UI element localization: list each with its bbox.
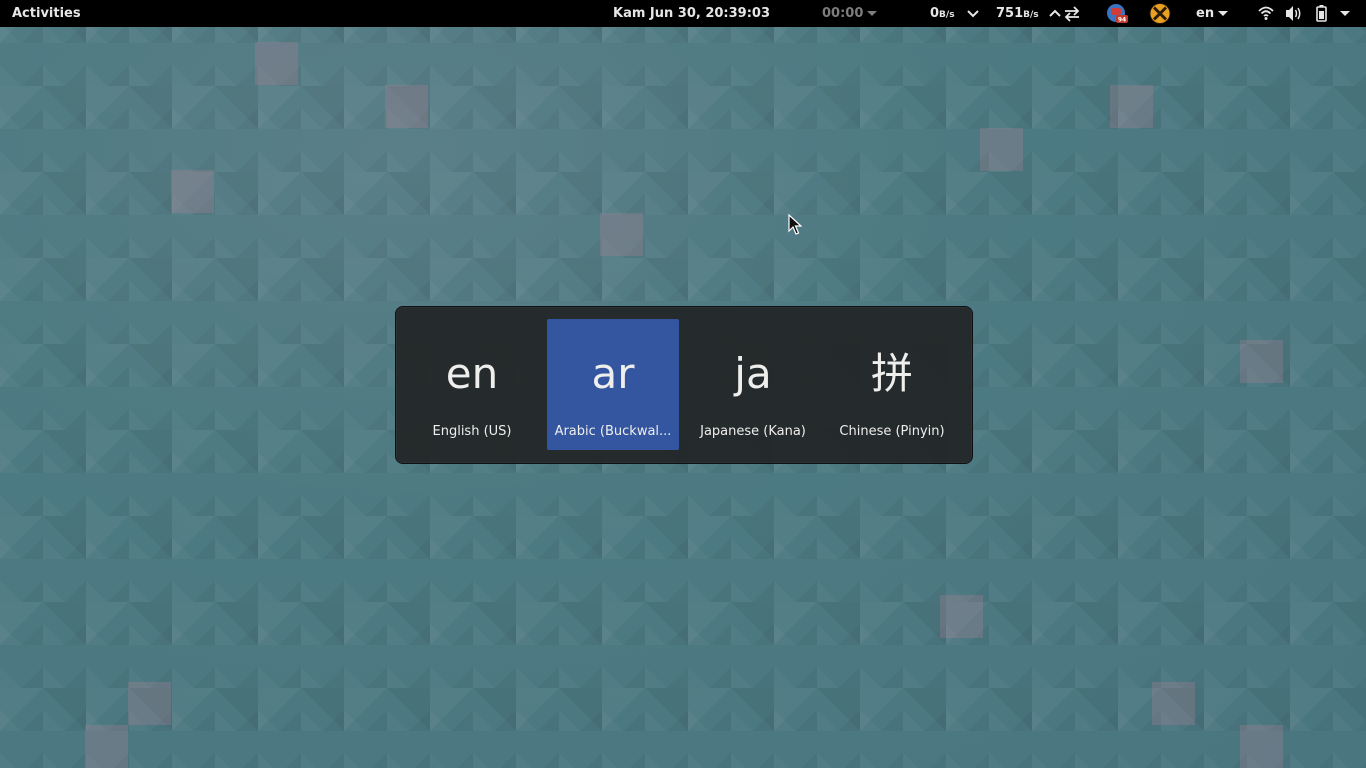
input-source-glyph: ar (591, 349, 635, 398)
system-menu-chevron-down-icon[interactable] (1336, 0, 1350, 27)
wallpaper-tile (1240, 340, 1283, 383)
chevron-down-icon (867, 11, 878, 16)
keyboard-layout-indicator[interactable]: en (1196, 0, 1229, 27)
netspeed-down-unit: B/s (939, 10, 955, 20)
chevron-up-icon[interactable] (1048, 0, 1062, 27)
chevron-down-icon (1218, 11, 1229, 16)
app-indicator-icon[interactable]: 94 (1106, 0, 1128, 27)
wallpaper-tile (1110, 85, 1153, 128)
input-source-label: English (US) (432, 424, 512, 439)
input-source-label: Chinese (Pinyin) (839, 424, 945, 439)
input-source-glyph: ja (734, 349, 772, 398)
input-source-glyph: en (445, 349, 499, 398)
volume-icon[interactable] (1285, 0, 1303, 27)
timer-indicator[interactable]: 00:00 (822, 0, 878, 27)
battery-icon[interactable] (1315, 0, 1329, 27)
clock[interactable]: Kam Jun 30, 20:39:03 (613, 0, 770, 27)
input-source-glyph: 拼 (870, 349, 913, 398)
input-source-label: Arabic (Buckwal... (554, 424, 672, 439)
crossover-icon[interactable] (1149, 0, 1171, 27)
wallpaper-tile (85, 725, 128, 768)
wallpaper-tile (171, 170, 214, 213)
input-source-arabic[interactable]: ar Arabic (Buckwal... (547, 319, 679, 450)
input-source-switcher: en English (US) ar Arabic (Buckwal... ja… (395, 306, 973, 464)
transfer-arrows-icon[interactable] (1062, 0, 1082, 27)
netspeed-up[interactable]: 751B/s (996, 0, 1039, 27)
chevron-down-icon (1340, 11, 1350, 16)
wallpaper-tile (1240, 725, 1283, 768)
netspeed-up-value: 751 (996, 6, 1024, 21)
wallpaper-tile (940, 595, 983, 638)
wallpaper-tile (980, 128, 1023, 171)
wallpaper-tile (1152, 682, 1195, 725)
mouse-pointer-icon (788, 213, 803, 240)
input-source-label: Japanese (Kana) (700, 424, 806, 439)
chevron-down-icon[interactable] (966, 0, 980, 27)
wifi-icon[interactable] (1258, 0, 1274, 27)
input-source-english[interactable]: en English (US) (406, 319, 538, 450)
keyboard-layout-text: en (1196, 6, 1215, 21)
wallpaper-tile (128, 682, 171, 725)
badge-count: 94 (1118, 17, 1126, 24)
input-source-chinese[interactable]: 拼 Chinese (Pinyin) (826, 319, 958, 450)
activities-button[interactable]: Activities (12, 0, 81, 27)
wallpaper-tile (385, 85, 428, 128)
input-source-japanese[interactable]: ja Japanese (Kana) (687, 319, 819, 450)
top-bar: Activities Kam Jun 30, 20:39:03 00:00 0B… (0, 0, 1366, 27)
wallpaper-tile (255, 42, 298, 85)
timer-text: 00:00 (822, 6, 864, 21)
netspeed-down[interactable]: 0B/s (930, 0, 955, 27)
netspeed-up-unit: B/s (1023, 10, 1039, 20)
wallpaper-tile (600, 213, 643, 256)
netspeed-down-value: 0 (930, 6, 940, 21)
